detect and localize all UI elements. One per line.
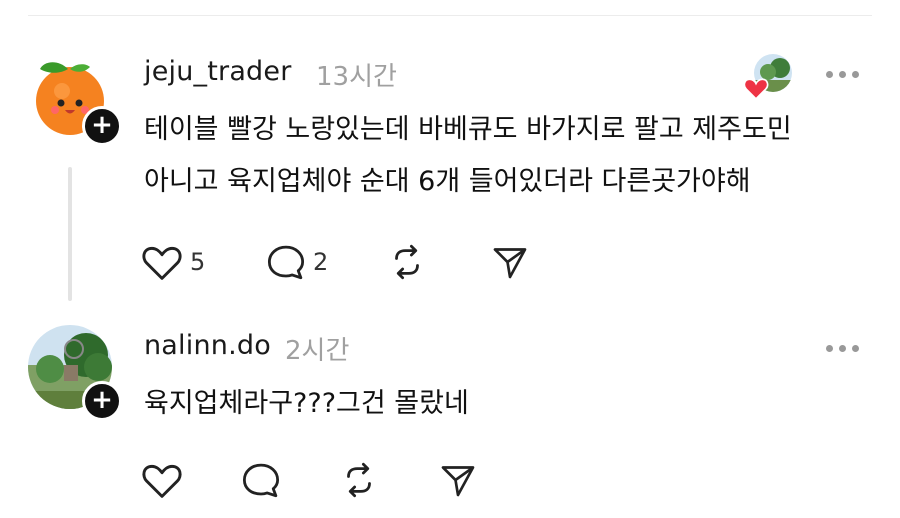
- repost-button[interactable]: [338, 460, 380, 500]
- more-options-button[interactable]: [826, 71, 859, 78]
- plus-icon: +: [91, 385, 113, 415]
- follow-plus-button[interactable]: +: [82, 381, 122, 421]
- more-icon: [826, 345, 833, 352]
- heart-icon: [142, 464, 182, 498]
- send-icon: [441, 466, 475, 497]
- post-body: 테이블 빨강 노랑있는데 바베큐도 바가지로 팔고 제주도민 아니고 육지업체야…: [144, 114, 792, 197]
- share-button[interactable]: [490, 242, 530, 282]
- send-icon: [493, 248, 527, 279]
- like-button[interactable]: [140, 460, 184, 500]
- plus-icon: +: [91, 110, 113, 140]
- more-options-button[interactable]: [826, 345, 859, 352]
- like-button[interactable]: 5: [140, 242, 205, 282]
- more-icon: [826, 71, 833, 78]
- comment-button[interactable]: 2: [265, 242, 328, 282]
- repost-icon: [347, 462, 371, 498]
- top-divider: [28, 15, 872, 16]
- reply-username[interactable]: nalinn.do: [144, 330, 271, 361]
- comment-button[interactable]: [240, 460, 282, 500]
- follow-plus-button[interactable]: +: [82, 106, 122, 146]
- share-button[interactable]: [438, 460, 478, 500]
- like-count: 5: [190, 248, 206, 276]
- repost-icon: [395, 244, 419, 280]
- post-username[interactable]: jeju_trader: [144, 56, 292, 87]
- reply-time: 2시간: [285, 336, 350, 366]
- post-time: 13시간: [316, 62, 397, 92]
- heart-icon: [142, 246, 182, 280]
- reply-body: 육지업체라구???그건 몰랐네: [144, 388, 469, 419]
- comment-bubble-icon: [242, 463, 280, 498]
- repost-button[interactable]: [386, 242, 428, 282]
- comment-bubble-icon: [267, 245, 305, 280]
- comment-count: 2: [313, 248, 329, 276]
- heart-icon: [743, 76, 769, 104]
- thread-connector-line: [68, 167, 72, 301]
